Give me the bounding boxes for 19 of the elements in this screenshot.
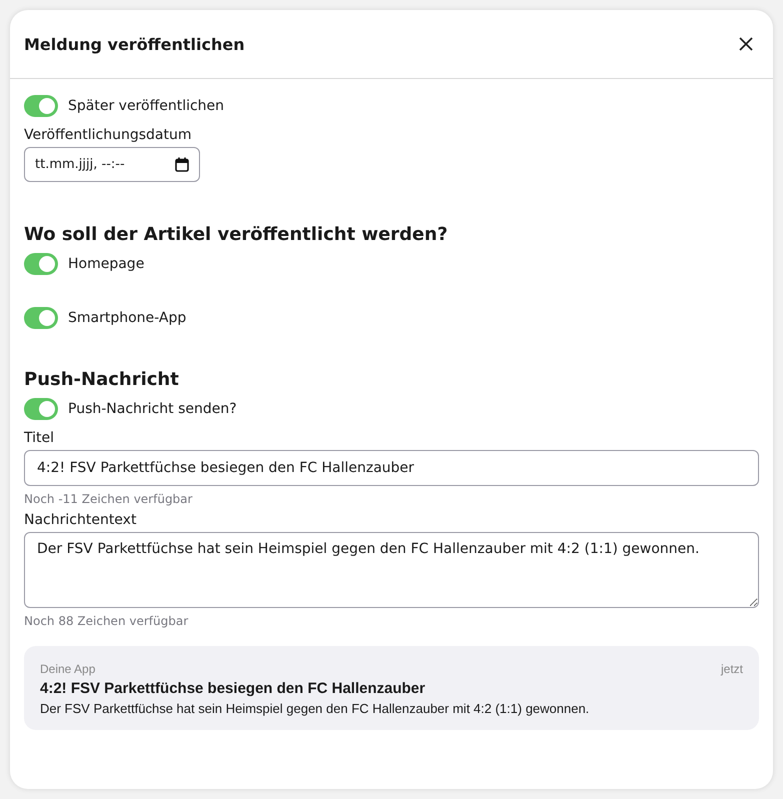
toggle-label: Später veröffentlichen [68, 98, 224, 114]
toggle-label: Smartphone-App [68, 310, 186, 326]
notification-time: jetzt [720, 662, 743, 676]
notification-title: 4:2! FSV Parkettfüchse besiegen den FC Hallenzauber [40, 680, 426, 697]
toggle-label: Homepage [68, 256, 144, 272]
section-heading: Wo soll der Artikel veröffentlicht werden? [24, 224, 449, 245]
field-label: Nachrichtentext [24, 512, 138, 528]
field-label: Titel [24, 430, 56, 446]
section-heading: Push-Nachricht [24, 369, 180, 390]
character-count: Noch 88 Zeichen verfügbar [24, 614, 190, 628]
character-count: Noch -11 Zeichen verfügbar [24, 492, 194, 506]
app-name: Deine App [40, 662, 96, 676]
date-field[interactable]: tt.mm.jjjj, --:-- [24, 147, 200, 182]
dialog-title: Meldung veröffentlichen [24, 34, 245, 54]
message-textarea[interactable]: Der FSV Parkettfüchse hat sein Heimspiel gegen den FC Hallenzauber mit 4:2 (1:1) gewonnen. [24, 532, 759, 608]
field-label: Veröffentlichungsdatum [24, 127, 192, 143]
notification-body: Der FSV Parkettfüchse hat sein Heimspiel gegen den FC Hallenzauber mit 4:2 (1:1) gewonnen. [40, 701, 590, 716]
toggle-label: Push-Nachricht senden? [68, 401, 237, 417]
title-input[interactable]: 4:2! FSV Parkettfüchse besiegen den FC Hallenzauber [24, 450, 759, 486]
